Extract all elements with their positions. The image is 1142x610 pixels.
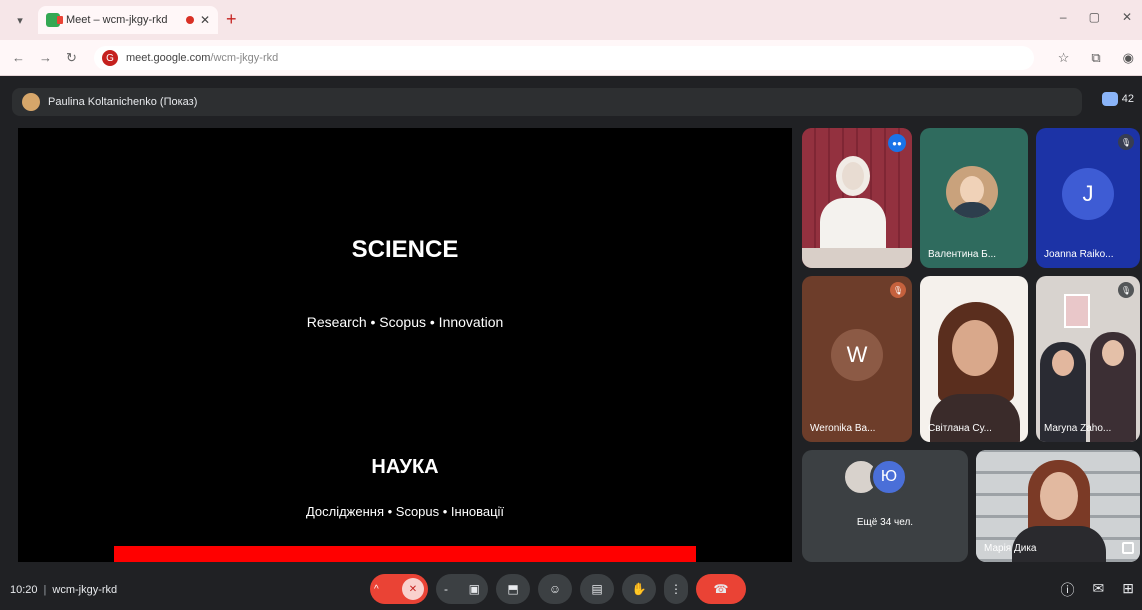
meeting-details-icon[interactable]: ⓘ bbox=[1061, 580, 1075, 600]
navigation-buttons: ← → ↻ bbox=[12, 50, 77, 66]
slide-red-bar bbox=[114, 546, 696, 562]
participant-avatar: W bbox=[831, 329, 883, 381]
participant-tile-4[interactable]: 🎙 W Weronika Ba... bbox=[802, 276, 912, 442]
video-options-icon[interactable]: - bbox=[444, 582, 448, 596]
mic-off-icon[interactable]: ✕ bbox=[402, 578, 424, 600]
presenter-label[interactable]: Paulina Koltanichenko (Показ) bbox=[12, 88, 1082, 116]
desk bbox=[802, 248, 912, 268]
participant-name: Weronika Ba... bbox=[810, 423, 876, 434]
browser-toolbar: ← → ↻ G meet.google.com/wcm-jkgy-rkd ☆ ⧉… bbox=[0, 40, 1142, 76]
participant-avatar: J bbox=[1062, 168, 1114, 220]
wall-poster bbox=[1064, 294, 1090, 328]
participant-avatar-letter: Ю bbox=[870, 458, 908, 496]
speaking-indicator-icon: ●● bbox=[888, 134, 906, 152]
toolbar-right: ☆ ⧉ ◉ bbox=[1058, 50, 1134, 66]
participant-name: Joanna Raiko... bbox=[1044, 249, 1114, 260]
right-controls: ⓘ ✉ ⊞ bbox=[1061, 580, 1134, 600]
back-icon[interactable]: ← bbox=[12, 50, 25, 66]
slide-subtitle-ua: Дослідження • Scopus • Інновації bbox=[305, 504, 505, 519]
mic-off-icon: 🎙 bbox=[1118, 134, 1134, 150]
participant-name: Світлана Су... bbox=[928, 423, 992, 434]
participant-tile-3[interactable]: 🎙 J Joanna Raiko... bbox=[1036, 128, 1140, 268]
profile-avatar-icon[interactable]: ◉ bbox=[1123, 50, 1134, 66]
meet-favicon-icon bbox=[46, 13, 63, 27]
close-window-icon[interactable]: ✕ bbox=[1122, 10, 1132, 24]
emoji-reaction-button[interactable]: ☺ bbox=[538, 574, 572, 604]
address-bar[interactable]: G meet.google.com/wcm-jkgy-rkd bbox=[94, 46, 1034, 70]
url-host: meet.google.com bbox=[126, 52, 211, 64]
activities-icon[interactable]: ⊞ bbox=[1122, 580, 1134, 600]
tab-close-icon[interactable]: ✕ bbox=[200, 13, 210, 27]
meeting-time: 10:20 bbox=[10, 584, 38, 596]
reload-icon[interactable]: ↻ bbox=[66, 50, 77, 66]
participant-count: 42 bbox=[1121, 93, 1134, 105]
mic-toggle-button[interactable]: ^ ✕ bbox=[370, 574, 428, 604]
browser-tab[interactable]: Meet – wcm-jkgy-rkd ✕ bbox=[38, 6, 218, 34]
tab-search-icon[interactable]: ▾ bbox=[10, 10, 30, 30]
participant-tile-5[interactable]: Світлана Су... bbox=[920, 276, 1028, 442]
participant-tile-1[interactable]: ●● bbox=[802, 128, 912, 268]
participant-avatar bbox=[946, 166, 998, 218]
presenter-avatar bbox=[22, 93, 40, 111]
window-controls: – ▢ ✕ bbox=[1060, 10, 1132, 24]
info-separator: | bbox=[43, 584, 47, 596]
meeting-code: wcm-jkgy-rkd bbox=[52, 584, 118, 596]
recording-indicator-icon bbox=[185, 16, 194, 24]
bookmark-star-icon[interactable]: ☆ bbox=[1058, 50, 1070, 66]
shared-presentation: SCIENCE Research • Scopus • Innovation Н… bbox=[18, 128, 792, 562]
meeting-info: 10:20 | wcm-jkgy-rkd bbox=[10, 584, 117, 596]
participant-tile-6[interactable]: 🎙 Maryna Zaho... bbox=[1036, 276, 1140, 442]
participant-name: Марія Дика bbox=[984, 543, 1037, 554]
new-tab-button[interactable]: + bbox=[226, 10, 237, 28]
captions-button[interactable]: ▤ bbox=[580, 574, 614, 604]
end-call-button[interactable]: ☎ bbox=[696, 574, 746, 604]
chat-icon[interactable]: ✉ bbox=[1093, 580, 1105, 600]
camera-toggle-button[interactable]: - ▣ bbox=[436, 574, 488, 604]
slide-subtitle-en: Research • Scopus • Innovation bbox=[306, 314, 504, 330]
call-controls: ^ ✕ - ▣ ⬒ ☺ ▤ ✋ ⋮ ☎ bbox=[370, 574, 746, 604]
participants-button[interactable]: 42 bbox=[1101, 92, 1134, 106]
mic-off-icon: 🎙 bbox=[1118, 282, 1134, 298]
more-participants-label: Ещё 34 чел. bbox=[856, 517, 914, 528]
url-path: /wcm-jkgy-rkd bbox=[210, 52, 279, 64]
more-options-button[interactable]: ⋮ bbox=[664, 574, 688, 604]
participant-tile-2[interactable]: Валентина Б... bbox=[920, 128, 1028, 268]
forward-icon[interactable]: → bbox=[39, 50, 52, 66]
site-info-icon[interactable]: G bbox=[102, 50, 118, 66]
present-screen-button[interactable]: ⬒ bbox=[496, 574, 530, 604]
participant-face-2 bbox=[1102, 340, 1124, 366]
camera-icon[interactable]: ▣ bbox=[469, 582, 480, 596]
participant-name: Валентина Б... bbox=[928, 249, 997, 260]
raise-hand-button[interactable]: ✋ bbox=[622, 574, 656, 604]
slide-title-en: SCIENCE bbox=[351, 236, 459, 263]
participant-face bbox=[1052, 350, 1074, 376]
pin-icon[interactable] bbox=[1122, 542, 1134, 554]
participant-shirt bbox=[930, 394, 1020, 442]
presenter-strip: Paulina Koltanichenko (Показ) 42 bbox=[0, 76, 1142, 126]
meeting-control-bar: 10:20 | wcm-jkgy-rkd ^ ✕ - ▣ ⬒ ☺ ▤ ✋ ⋮ ☎… bbox=[0, 570, 1142, 610]
participant-name: Maryna Zaho... bbox=[1044, 423, 1112, 434]
browser-tab-bar: ▾ Meet – wcm-jkgy-rkd ✕ + – ▢ ✕ bbox=[0, 0, 1142, 40]
slide-title-ua: НАУКА bbox=[371, 456, 439, 478]
more-participants-tile[interactable]: Ю Ещё 34 чел. bbox=[802, 450, 968, 562]
people-icon bbox=[1101, 92, 1118, 106]
participant-face bbox=[952, 320, 998, 376]
tab-title: Meet – wcm-jkgy-rkd bbox=[66, 14, 168, 26]
self-view-tile[interactable]: Марія Дика bbox=[976, 450, 1140, 562]
maximize-icon[interactable]: ▢ bbox=[1089, 10, 1100, 24]
minimize-icon[interactable]: – bbox=[1060, 10, 1067, 24]
presenter-name: Paulina Koltanichenko (Показ) bbox=[48, 96, 198, 108]
extensions-icon[interactable]: ⧉ bbox=[1091, 50, 1100, 66]
participant-face bbox=[1040, 472, 1078, 520]
mic-off-icon: 🎙 bbox=[890, 282, 906, 298]
audio-options-icon[interactable]: ^ bbox=[374, 584, 379, 595]
